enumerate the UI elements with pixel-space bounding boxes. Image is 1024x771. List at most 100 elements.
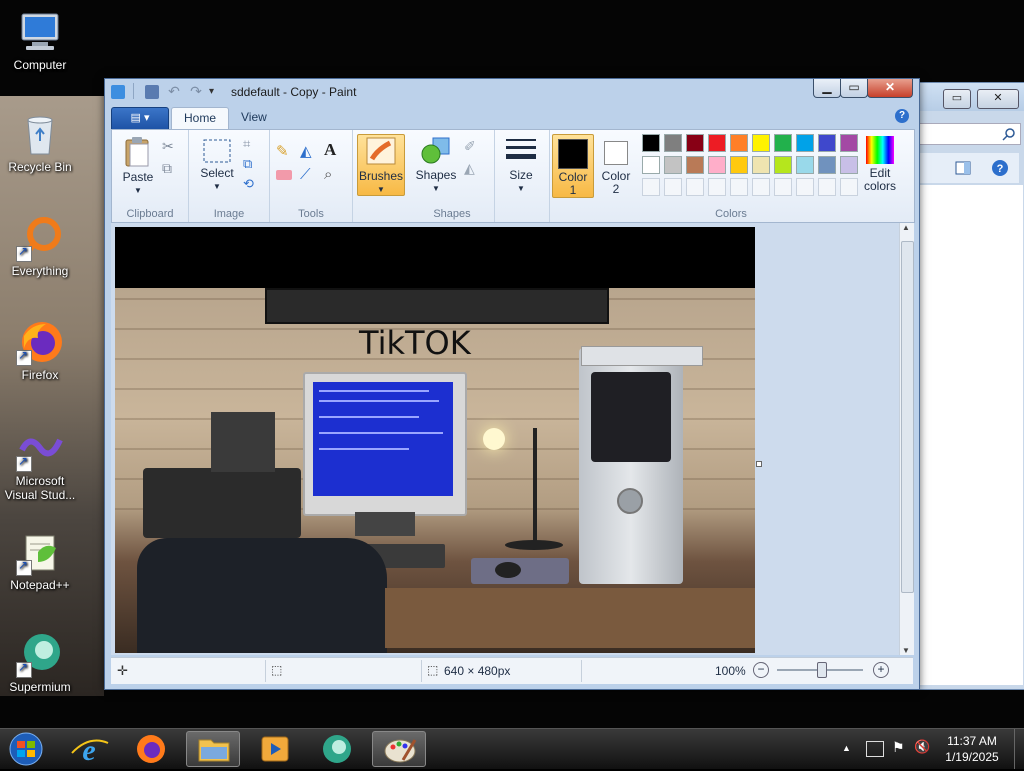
paint-titlebar[interactable]: ↶ ↷ ▾ sddefault - Copy - Paint ▁ ▭ ✕ <box>105 79 919 105</box>
text-tool-icon[interactable]: A <box>324 140 342 159</box>
desktop-icon-computer[interactable]: Computer <box>0 8 80 72</box>
zoom-in-button[interactable]: + <box>873 662 889 678</box>
palette-custom-slot[interactable] <box>840 178 858 196</box>
palette-swatch[interactable] <box>774 156 792 174</box>
palette-custom-slot[interactable] <box>664 178 682 196</box>
taskbar-internet-explorer[interactable]: e <box>62 731 116 767</box>
edit-colors-button[interactable]: Edit colors <box>858 134 902 196</box>
minimize-button[interactable]: ▁ <box>813 79 841 98</box>
taskbar-file-explorer[interactable] <box>186 731 240 767</box>
copy-icon[interactable]: ⧉ <box>162 160 180 178</box>
palette-swatch[interactable] <box>642 156 660 174</box>
paint-app-icon[interactable] <box>111 85 125 99</box>
palette-swatch[interactable] <box>774 134 792 152</box>
palette-swatch[interactable] <box>686 156 704 174</box>
color-picker-icon[interactable]: ⟋ <box>300 166 318 184</box>
palette-swatch[interactable] <box>642 134 660 152</box>
vertical-scrollbar[interactable]: ▲ ▼ <box>899 223 914 655</box>
volume-muted-icon[interactable]: 🔇 <box>914 739 930 755</box>
show-hidden-icons-button[interactable]: ▲ <box>842 743 851 753</box>
palette-custom-slot[interactable] <box>752 178 770 196</box>
canvas-resize-handle[interactable] <box>756 461 762 467</box>
color1-button[interactable]: Color 1 <box>552 134 594 198</box>
fill-style-icon[interactable]: ◭ <box>464 160 482 178</box>
taskbar-media-player[interactable] <box>248 731 302 767</box>
network-icon[interactable] <box>866 741 884 757</box>
close-button[interactable]: ✕ <box>867 79 913 98</box>
show-desktop-button[interactable] <box>1014 729 1024 769</box>
explorer-search-input[interactable] <box>919 123 1021 145</box>
cut-icon[interactable]: ✂ <box>162 138 180 156</box>
tab-home[interactable]: Home <box>171 107 230 129</box>
palette-custom-slot[interactable] <box>774 178 792 196</box>
palette-swatch[interactable] <box>664 134 682 152</box>
color2-button[interactable]: Color 2 <box>596 134 636 196</box>
explorer-window[interactable]: ▭ ✕ ? <box>912 82 1024 690</box>
save-icon[interactable] <box>145 85 159 99</box>
palette-swatch[interactable] <box>708 156 726 174</box>
fill-icon[interactable]: ◭ <box>300 142 318 160</box>
help-icon[interactable]: ? <box>991 159 1009 177</box>
paste-button[interactable]: Paste ▼ <box>118 136 158 197</box>
palette-custom-slot[interactable] <box>708 178 726 196</box>
redo-icon[interactable]: ↷ <box>189 84 203 99</box>
palette-swatch[interactable] <box>708 134 726 152</box>
taskbar-supermium[interactable] <box>310 731 364 767</box>
scroll-up-icon[interactable]: ▲ <box>902 223 910 232</box>
eraser-icon[interactable] <box>276 170 292 180</box>
scrollbar-thumb[interactable] <box>901 241 914 593</box>
pencil-icon[interactable]: ✎ <box>276 142 294 160</box>
palette-swatch[interactable] <box>840 156 858 174</box>
maximize-button[interactable]: ▭ <box>840 79 868 98</box>
rotate-icon[interactable]: ⟲ <box>243 176 261 194</box>
clock[interactable]: 11:37 AM 1/19/2025 <box>936 733 1008 765</box>
desktop-icon-supermium[interactable]: Supermium <box>0 630 80 694</box>
explorer-maximize-button[interactable]: ▭ <box>943 89 971 109</box>
palette-swatch[interactable] <box>730 134 748 152</box>
palette-custom-slot[interactable] <box>818 178 836 196</box>
palette-swatch[interactable] <box>686 134 704 152</box>
crop-icon[interactable]: ⌗ <box>243 136 261 154</box>
taskbar-paint[interactable] <box>372 731 426 767</box>
zoom-slider-thumb[interactable] <box>817 662 827 678</box>
palette-custom-slot[interactable] <box>730 178 748 196</box>
shapes-button[interactable]: Shapes ▼ <box>414 136 458 195</box>
palette-swatch[interactable] <box>818 156 836 174</box>
file-menu-button[interactable]: ▤ ▾ <box>111 107 169 130</box>
resize-icon[interactable]: ⧉ <box>243 156 261 174</box>
palette-swatch[interactable] <box>752 134 770 152</box>
palette-custom-slot[interactable] <box>642 178 660 196</box>
desktop-icon-everything[interactable]: Everything <box>0 214 80 278</box>
explorer-titlebar[interactable]: ▭ ✕ <box>913 83 1024 111</box>
undo-icon[interactable]: ↶ <box>167 84 181 99</box>
tab-view[interactable]: View <box>229 107 279 128</box>
customize-qat-icon[interactable]: ▾ <box>209 85 223 99</box>
outline-icon[interactable]: ✐ <box>464 138 482 156</box>
paint-window[interactable]: ↶ ↷ ▾ sddefault - Copy - Paint ▁ ▭ ✕ ▤ ▾… <box>104 78 920 690</box>
desktop-icon-recycle-bin[interactable]: Recycle Bin <box>0 110 80 174</box>
desktop-icon-notepad-plus-plus[interactable]: Notepad++ <box>0 528 80 592</box>
size-button[interactable]: Size ▼ <box>501 136 541 195</box>
taskbar-firefox[interactable] <box>124 731 178 767</box>
desktop-icon-visual-studio[interactable]: Microsoft Visual Stud... <box>0 424 80 502</box>
scroll-down-icon[interactable]: ▼ <box>902 646 910 655</box>
palette-swatch[interactable] <box>730 156 748 174</box>
select-button[interactable]: Select ▼ <box>197 138 237 193</box>
palette-swatch[interactable] <box>796 156 814 174</box>
drawing-canvas[interactable]: TikTOK <box>115 227 755 653</box>
palette-swatch[interactable] <box>840 134 858 152</box>
palette-swatch[interactable] <box>752 156 770 174</box>
magnifier-icon[interactable]: ⌕ <box>324 166 342 184</box>
start-button[interactable] <box>2 731 50 767</box>
desktop-icon-firefox[interactable]: Firefox <box>0 318 80 382</box>
palette-swatch[interactable] <box>818 134 836 152</box>
explorer-close-button[interactable]: ✕ <box>977 89 1019 109</box>
action-center-flag-icon[interactable]: ⚑ <box>892 739 905 756</box>
preview-pane-icon[interactable] <box>955 161 971 175</box>
brushes-button[interactable]: Brushes ▼ <box>357 134 405 196</box>
zoom-out-button[interactable]: − <box>753 662 769 678</box>
palette-custom-slot[interactable] <box>796 178 814 196</box>
palette-custom-slot[interactable] <box>686 178 704 196</box>
palette-swatch[interactable] <box>664 156 682 174</box>
help-icon[interactable]: ? <box>895 109 909 123</box>
